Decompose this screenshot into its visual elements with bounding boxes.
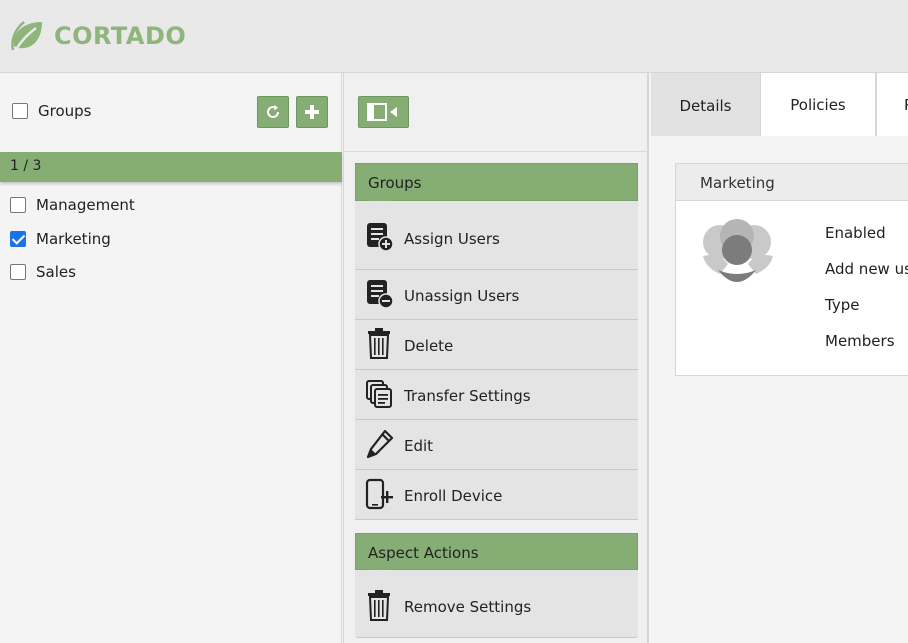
prop-enabled: Enabled — [825, 224, 886, 242]
trash-icon — [368, 328, 390, 359]
tab-details[interactable]: Details — [651, 73, 760, 136]
tab-label: Details — [679, 97, 732, 115]
unassign-users-action[interactable]: Unassign Users — [355, 270, 638, 320]
action-label: Remove Settings — [404, 598, 532, 616]
refresh-icon — [267, 105, 280, 118]
transfer-settings-icon — [366, 380, 392, 408]
card-header: Marketing — [676, 164, 908, 201]
details-pane: Details Policies P Marketing Enabled Add… — [651, 73, 908, 643]
prop-add-new-users: Add new us — [825, 260, 908, 278]
sidebar-collapse-icon — [366, 103, 397, 121]
enroll-device-action[interactable]: Enroll Device — [355, 470, 638, 520]
item-checkbox[interactable] — [10, 231, 26, 247]
action-label: Edit — [404, 437, 434, 455]
remove-settings-action[interactable]: Remove Settings — [355, 570, 638, 638]
list-item-management[interactable]: Management — [0, 190, 342, 220]
list-item-label: Sales — [36, 263, 76, 281]
collapse-panel-button[interactable] — [358, 96, 409, 128]
group-details-card: Marketing Enabled Add new us Type Member… — [675, 163, 908, 376]
enroll-device-icon — [365, 478, 393, 510]
action-label: Assign Users — [404, 230, 500, 248]
assign-users-icon — [367, 223, 394, 252]
section-title: Groups — [368, 174, 422, 192]
tab-policies[interactable]: Policies — [760, 73, 876, 136]
assign-users-action[interactable]: Assign Users — [355, 201, 638, 270]
plus-icon — [305, 105, 319, 119]
tab-label: Policies — [790, 96, 846, 114]
details-tabs: Details Policies P — [651, 73, 908, 136]
card-title: Marketing — [700, 174, 775, 192]
refresh-button[interactable] — [257, 96, 289, 128]
transfer-settings-action[interactable]: Transfer Settings — [355, 370, 638, 420]
actions-pane: Groups Assign Users Unassign Users Delet… — [343, 73, 649, 643]
list-item-label: Marketing — [36, 230, 111, 248]
list-item-label: Management — [36, 196, 135, 214]
group-avatar-icon — [703, 219, 773, 282]
leaf-logo-icon — [11, 21, 42, 51]
trash-icon — [368, 590, 390, 621]
action-label: Enroll Device — [404, 487, 503, 505]
prop-members: Members — [825, 332, 895, 350]
tab-label: P — [904, 96, 908, 114]
list-item-marketing[interactable]: Marketing — [0, 224, 342, 254]
delete-action[interactable]: Delete — [355, 320, 638, 370]
groups-section-header: Groups — [355, 163, 638, 210]
selection-count: 1 / 3 — [10, 158, 42, 174]
item-checkbox[interactable] — [10, 197, 26, 213]
select-all-label: Groups — [38, 102, 92, 120]
prop-type: Type — [825, 296, 860, 314]
pencil-icon — [366, 429, 394, 459]
group-list-pane: Groups 1 / 3 Management Marketing Sales — [0, 73, 342, 643]
unassign-users-icon — [367, 280, 394, 309]
logo-text: CORTADO — [54, 22, 187, 50]
selection-count-bar: 1 / 3 — [0, 152, 342, 182]
action-label: Unassign Users — [404, 287, 520, 305]
item-checkbox[interactable] — [10, 264, 26, 280]
edit-action[interactable]: Edit — [355, 420, 638, 470]
aspect-actions-section-header: Aspect Actions — [355, 533, 638, 579]
action-label: Transfer Settings — [404, 387, 531, 405]
action-label: Delete — [404, 337, 454, 355]
cortado-logo[interactable]: CORTADO — [8, 16, 186, 56]
actions-toolbar — [344, 73, 647, 152]
list-item-sales[interactable]: Sales — [0, 257, 342, 287]
group-list-toolbar: Groups — [0, 73, 341, 152]
add-group-button[interactable] — [296, 96, 328, 128]
app-header: CORTADO — [0, 0, 908, 73]
tab-partial[interactable]: P — [876, 73, 908, 136]
select-all-checkbox[interactable] — [12, 103, 28, 119]
section-title: Aspect Actions — [368, 544, 479, 562]
